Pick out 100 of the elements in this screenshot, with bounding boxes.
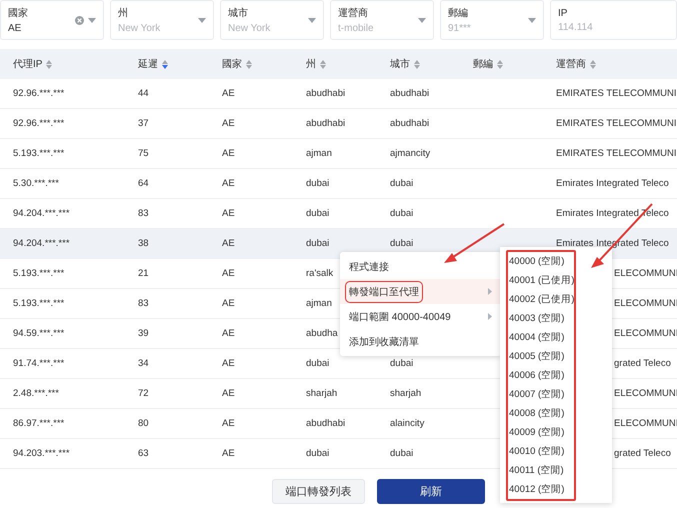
- table-cell-text: AE: [221, 178, 236, 189]
- table-cell-text: dubai: [305, 178, 330, 189]
- table-cell-text: 37: [137, 118, 150, 129]
- menu-item[interactable]: 40012 (空閒): [508, 480, 574, 499]
- table-cell-text: AE: [221, 238, 236, 249]
- sort-icon[interactable]: [246, 60, 252, 68]
- menu-item[interactable]: 40007 (空閒): [508, 385, 574, 404]
- sort-icon[interactable]: [414, 60, 420, 68]
- sort-icon[interactable]: [46, 60, 52, 68]
- column-header[interactable]: 代理IP: [13, 57, 42, 71]
- table-cell-text: abudhabi: [389, 88, 430, 99]
- caret-icon[interactable]: [308, 18, 316, 22]
- column-header[interactable]: 州: [306, 57, 316, 71]
- table-cell-text: 5.193.***.***: [12, 298, 66, 309]
- table-cell-text: dubai: [305, 448, 330, 459]
- table-cell-text: AE: [221, 148, 236, 159]
- table-cell-text: 80: [137, 418, 150, 429]
- menu-item[interactable]: 40000 (空閒): [508, 252, 574, 271]
- table-cell-text: 86.97.***.***: [12, 418, 66, 429]
- table-cell: grated Teleco: [614, 358, 671, 369]
- table-cell-text: dubai: [305, 238, 330, 249]
- table-cell-text: AE: [221, 268, 236, 279]
- menu-item[interactable]: 40008 (空閒): [508, 404, 574, 423]
- menu-item[interactable]: 40009 (空閒): [508, 423, 574, 442]
- table-cell-text: 94.204.***.***: [12, 208, 71, 219]
- table-cell-text: 38: [137, 238, 150, 249]
- table-cell-text: dubai: [389, 208, 414, 219]
- table-cell-text: abudhabi: [305, 88, 346, 99]
- column-header[interactable]: 城市: [390, 57, 410, 71]
- caret-icon[interactable]: [528, 18, 536, 22]
- table-cell-text: abudhabi: [389, 118, 430, 129]
- table-cell-text: dubai: [389, 238, 414, 249]
- sort-icon[interactable]: [497, 60, 503, 68]
- menu-item[interactable]: 40003 (空閒): [508, 309, 574, 328]
- table-cell-text: AE: [221, 358, 236, 369]
- table-cell-text: 91.74.***.***: [12, 358, 66, 369]
- table-cell-text: sharjah: [305, 388, 338, 399]
- menu-item[interactable]: 40011 (空閒): [508, 461, 574, 480]
- table-cell-text: 5.193.***.***: [12, 268, 66, 279]
- sort-icon[interactable]: [162, 60, 168, 68]
- table-cell-text: 92.96.***.***: [12, 88, 66, 99]
- table-cell-text: 21: [137, 268, 150, 279]
- table-cell-text: AE: [221, 298, 236, 309]
- filter-select[interactable]: 國家 AE: [0, 0, 104, 40]
- filter-select[interactable]: 運營商 t-mobile: [330, 0, 434, 40]
- table-cell-text: alaincity: [389, 418, 426, 429]
- table-cell-text: 75: [137, 148, 150, 159]
- menu-item[interactable]: 轉發端口至代理: [340, 279, 502, 304]
- table-cell-text: abudha: [305, 328, 339, 339]
- table-cell-text: sharjah: [389, 388, 422, 399]
- table-cell-text: 92.96.***.***: [12, 118, 66, 129]
- sort-icon[interactable]: [590, 60, 596, 68]
- port-list-button[interactable]: 端口轉發列表: [272, 479, 365, 504]
- column-header[interactable]: 延遲: [138, 57, 158, 71]
- menu-item[interactable]: 40010 (空閒): [508, 442, 574, 461]
- table-cell-text: ajmancity: [389, 148, 432, 159]
- table-cell-text: 63: [137, 448, 150, 459]
- caret-icon[interactable]: [88, 18, 96, 22]
- table-cell-text: 5.30.***.***: [12, 178, 60, 189]
- menu-item[interactable]: 40006 (空閒): [508, 366, 574, 385]
- table-cell: EMIRATES TELECOMMUNI: [556, 118, 677, 129]
- menu-item[interactable]: 40005 (空閒): [508, 347, 574, 366]
- table-cell-text: AE: [221, 208, 236, 219]
- menu-item[interactable]: 40004 (空閒): [508, 328, 574, 347]
- sort-icon[interactable]: [320, 60, 326, 68]
- table-cell-text: dubai: [305, 358, 330, 369]
- table-cell-text: AE: [221, 118, 236, 129]
- filter-select[interactable]: 郵編 91***: [440, 0, 544, 40]
- column-header[interactable]: 運營商: [556, 57, 586, 71]
- table-cell-text: 94.204.***.***: [12, 238, 71, 249]
- table-cell-text: 72: [137, 388, 150, 399]
- table-cell-text: 83: [137, 298, 150, 309]
- table-cell-text: dubai: [389, 358, 414, 369]
- table-cell-text: AE: [221, 388, 236, 399]
- filter-select[interactable]: IP 114.114: [550, 0, 677, 40]
- table-cell-text: abudhabi: [305, 418, 346, 429]
- table-cell-text: AE: [221, 88, 236, 99]
- menu-item[interactable]: 40001 (已使用): [508, 271, 574, 290]
- caret-icon[interactable]: [418, 18, 426, 22]
- table-cell-text: AE: [221, 448, 236, 459]
- table-cell-text: 94.203.***.***: [12, 448, 71, 459]
- menu-item[interactable]: 40002 (已使用): [508, 290, 574, 309]
- table-cell-text: 64: [137, 178, 150, 189]
- clear-icon[interactable]: [75, 16, 84, 24]
- table-cell-text: AE: [221, 418, 236, 429]
- filter-select[interactable]: 州 New York: [110, 0, 214, 40]
- table-cell-text: AE: [221, 328, 236, 339]
- table-cell-text: ajman: [305, 148, 333, 159]
- filter-select[interactable]: 城市 New York: [220, 0, 324, 40]
- table-cell-text: ra'salk: [305, 268, 334, 279]
- table-cell-text: 5.193.***.***: [12, 148, 66, 159]
- refresh-button[interactable]: 刷新: [377, 479, 485, 504]
- table-cell-text: 39: [137, 328, 150, 339]
- table-cell: Emirates Integrated Teleco: [556, 178, 669, 189]
- caret-icon[interactable]: [198, 18, 206, 22]
- table-cell: grated Teleco: [614, 448, 671, 459]
- table-cell-text: abudhabi: [305, 118, 346, 129]
- column-header[interactable]: 國家: [222, 57, 242, 71]
- column-header[interactable]: 郵編: [473, 57, 493, 71]
- table-cell-text: dubai: [389, 178, 414, 189]
